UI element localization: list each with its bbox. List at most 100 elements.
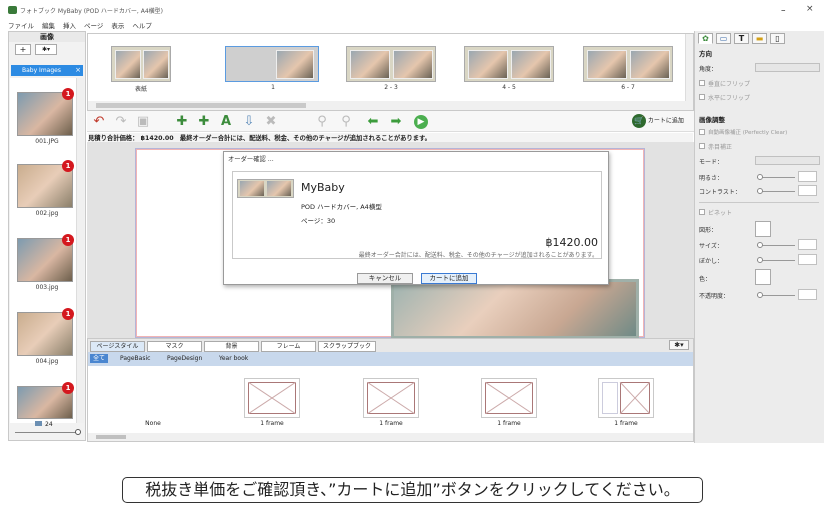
tab-text-icon[interactable]: T: [734, 33, 749, 44]
style-hscroll-thumb[interactable]: [96, 435, 126, 439]
auto-adjust-label: 自動画像補正 (Perfectly Clear): [708, 130, 788, 136]
tab-page-icon[interactable]: ▯: [770, 33, 785, 44]
tab-ruler-icon[interactable]: ▬: [752, 33, 767, 44]
add-image-button[interactable]: +: [15, 44, 31, 55]
menu-help[interactable]: ヘルプ: [132, 22, 152, 30]
layout-label: None: [145, 420, 161, 427]
mode-select[interactable]: [755, 156, 820, 165]
page-strip: 表紙 1 2 - 3 4 - 5 6 - 7: [87, 33, 694, 111]
auto-adjust-checkbox[interactable]: [699, 129, 705, 135]
book-thumbnail: [237, 179, 294, 198]
style-gear-button[interactable]: ✱▾: [669, 340, 689, 350]
spread-page-left: [115, 50, 141, 79]
add-to-cart-button[interactable]: 🛒 カートに追加: [632, 114, 684, 129]
brightness-input[interactable]: [798, 171, 817, 182]
thumb-size-slider-knob[interactable]: [75, 429, 81, 435]
flip-horizontal-checkbox[interactable]: [699, 94, 705, 100]
book-page-left: [240, 181, 264, 196]
blur-input[interactable]: [798, 254, 817, 265]
undo-icon[interactable]: ↶: [92, 115, 106, 129]
layout-1-frame[interactable]: [244, 378, 300, 418]
spread-page-right: [511, 50, 551, 79]
book-type: POD ハードカバー, A4横型: [301, 203, 382, 211]
spread-page-1[interactable]: [225, 46, 319, 82]
tab-scrapbook[interactable]: スクラップブック: [318, 341, 376, 352]
redeye-checkbox[interactable]: [699, 143, 705, 149]
spread-page-2-3[interactable]: [346, 46, 436, 82]
brightness-slider-knob[interactable]: [757, 174, 763, 180]
thumb-size-slider[interactable]: [15, 432, 79, 433]
add-page-icon[interactable]: ✚: [175, 115, 189, 129]
tab-background[interactable]: 背景: [204, 341, 259, 352]
contrast-input[interactable]: [798, 185, 817, 196]
minimize-button[interactable]: ｰ: [781, 4, 786, 17]
opacity-slider-knob[interactable]: [757, 292, 763, 298]
page-strip-hscroll-thumb[interactable]: [96, 103, 306, 108]
spread-page-4-5[interactable]: [464, 46, 554, 82]
layout-none[interactable]: [125, 378, 181, 418]
flip-vertical-checkbox[interactable]: [699, 80, 705, 86]
spread-page-6-7[interactable]: [583, 46, 673, 82]
tab-page-style[interactable]: ページスタイル: [90, 341, 145, 352]
cart-icon: 🛒: [632, 114, 646, 128]
next-page-icon[interactable]: ➡: [389, 115, 403, 129]
zoom-in-icon[interactable]: ⚲: [315, 115, 329, 129]
menu-page[interactable]: ページ: [84, 22, 103, 30]
delete-icon[interactable]: ✖: [264, 115, 278, 129]
contrast-slider-knob[interactable]: [757, 188, 763, 194]
opacity-input[interactable]: [798, 289, 817, 300]
tab-mask[interactable]: マスク: [147, 341, 202, 352]
usage-badge: 1: [62, 308, 74, 320]
image-gear-button[interactable]: ✱▾: [35, 44, 57, 55]
layout-label: 1 frame: [497, 420, 521, 427]
blur-slider-knob[interactable]: [757, 257, 763, 263]
tab-layout-icon[interactable]: ▭: [716, 33, 731, 44]
style-hscroll[interactable]: [88, 433, 693, 441]
close-button[interactable]: ×: [806, 4, 814, 14]
tab-image-props-icon[interactable]: ✿: [698, 33, 713, 44]
frame-placeholder-icon: [485, 382, 533, 414]
toolbar: ↶ ↷ ▣ ✚ ✚ A ⇩ ✖ ⚲ ⚲ ⬅ ➡ ▶ 🛒 カートに追加: [87, 111, 694, 132]
import-icon[interactable]: ⇩: [242, 115, 256, 129]
prev-page-icon[interactable]: ⬅: [366, 115, 380, 129]
save-icon[interactable]: ▣: [136, 115, 150, 129]
filter-all[interactable]: 全て: [90, 354, 109, 363]
size-slider-knob[interactable]: [757, 242, 763, 248]
layout-label: 1 frame: [614, 420, 638, 427]
add-photo-icon[interactable]: ✚: [197, 115, 211, 129]
layout-1-frame[interactable]: [481, 378, 537, 418]
size-input[interactable]: [798, 239, 817, 250]
preview-icon[interactable]: ▶: [414, 115, 428, 129]
page-strip-vscroll[interactable]: [685, 34, 693, 101]
menu-view[interactable]: 表示: [111, 22, 124, 30]
page-photo[interactable]: [391, 279, 639, 338]
close-tab-icon[interactable]: ×: [75, 66, 81, 74]
dialog-title: オーダー確認 ...: [228, 156, 274, 163]
spread-cover[interactable]: [111, 46, 171, 82]
add-to-cart-dialog-button[interactable]: カートに追加: [421, 273, 477, 284]
layout-1-frame[interactable]: [363, 378, 419, 418]
shape-swatch[interactable]: [755, 221, 771, 237]
tab-frame[interactable]: フレーム: [261, 341, 316, 352]
spread-page-right: [630, 50, 670, 79]
cancel-button[interactable]: キャンセル: [357, 273, 413, 284]
vignette-checkbox[interactable]: [699, 209, 705, 215]
image-filename: 003.jpg: [35, 284, 59, 291]
usage-badge: 1: [62, 382, 74, 394]
menu-insert[interactable]: 挿入: [63, 22, 76, 30]
layout-1-frame[interactable]: [598, 378, 654, 418]
menu-file[interactable]: ファイル: [8, 22, 34, 30]
spread-label: 表紙: [134, 86, 147, 93]
tab-baby-images[interactable]: Baby Images ×: [11, 65, 83, 76]
filter-pagedesign[interactable]: PageDesign: [167, 355, 202, 362]
menu-edit[interactable]: 編集: [42, 22, 55, 30]
image-list-scrollbar[interactable]: [76, 78, 84, 423]
filter-yearbook[interactable]: Year book: [219, 355, 248, 362]
angle-select[interactable]: [755, 63, 820, 72]
zoom-out-icon[interactable]: ⚲: [339, 115, 353, 129]
color-swatch[interactable]: [755, 269, 771, 285]
blur-label: ぼかし：: [699, 258, 724, 265]
add-text-icon[interactable]: A: [219, 115, 233, 129]
filter-pagebasic[interactable]: PageBasic: [120, 355, 150, 362]
redo-icon[interactable]: ↷: [114, 115, 128, 129]
